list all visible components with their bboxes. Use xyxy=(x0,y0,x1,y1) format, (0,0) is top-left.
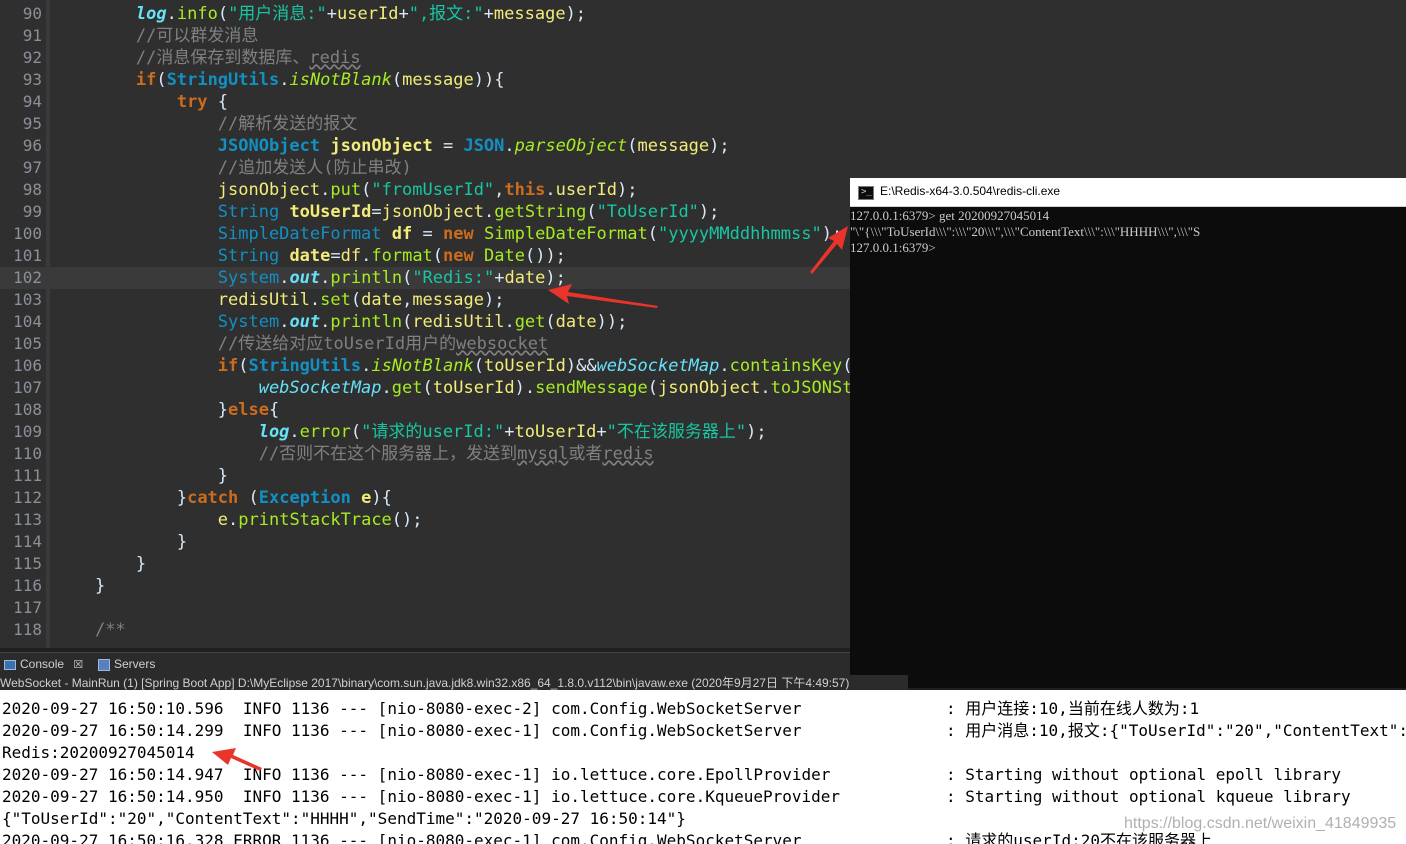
line-number: 102 xyxy=(13,268,42,287)
console-line: 2020-09-27 16:50:10.596 INFO 1136 --- [n… xyxy=(2,699,1200,718)
watermark: https://blog.csdn.net/weixin_41849935 xyxy=(1124,815,1397,832)
line-number: 104 xyxy=(13,312,42,331)
console-line: 2020-09-27 16:50:16.328 ERROR 1136 --- [… xyxy=(2,831,1212,844)
code-line[interactable]: 97 //追加发送人(防止串改) xyxy=(0,157,1406,179)
line-number: 115 xyxy=(13,554,42,573)
code-text: JSONObject jsonObject = JSON.parseObject… xyxy=(217,136,730,156)
redis-cli-window[interactable]: >_ E:\Redis-x64-3.0.504\redis-cli.exe 12… xyxy=(850,178,1406,688)
console-launch-path: WebSocket - MainRun (1) [Spring Boot App… xyxy=(0,675,908,691)
code-line[interactable]: 90 log.info("用户消息:"+userId+",报文:"+messag… xyxy=(0,3,1406,25)
code-line[interactable]: 93 if(StringUtils.isNotBlank(message)){ xyxy=(0,69,1406,91)
code-text: e.printStackTrace(); xyxy=(217,510,423,530)
code-text: try { xyxy=(176,92,229,112)
redis-output-line: 127.0.0.1:6379> xyxy=(850,240,936,255)
line-number: 101 xyxy=(13,246,42,265)
line-number: 96 xyxy=(22,136,42,155)
redis-window-title: E:\Redis-x64-3.0.504\redis-cli.exe xyxy=(880,184,1061,198)
console-line: 2020-09-27 16:50:14.299 INFO 1136 --- [n… xyxy=(2,721,1406,740)
code-text: //否则不在这个服务器上，发送到mysql或者redis xyxy=(258,444,654,464)
code-text: String date=df.format(new Date()); xyxy=(217,246,566,266)
code-text: String toUserId=jsonObject.getString("To… xyxy=(217,202,720,222)
line-number: 93 xyxy=(22,70,42,89)
tab-console[interactable]: Console ☒ xyxy=(4,655,83,673)
close-icon[interactable]: ☒ xyxy=(73,659,83,671)
line-number: 111 xyxy=(13,466,42,485)
line-number: 100 xyxy=(13,224,42,243)
line-number: 109 xyxy=(13,422,42,441)
code-text: /** xyxy=(94,620,126,640)
code-text: SimpleDateFormat df = new SimpleDateForm… xyxy=(217,224,843,244)
console-line: {"ToUserId":"20","ContentText":"HHHH","S… xyxy=(2,809,686,828)
line-number: 113 xyxy=(13,510,42,529)
line-number: 90 xyxy=(22,4,42,23)
code-text: } xyxy=(217,466,229,486)
line-number: 114 xyxy=(13,532,42,551)
code-text: if(StringUtils.isNotBlank(message)){ xyxy=(135,70,505,90)
redis-output-line: 127.0.0.1:6379> get 20200927045014 xyxy=(850,208,1050,223)
code-text: log.error("请求的userId:"+toUserId+"不在该服务器上… xyxy=(258,422,767,442)
line-number: 98 xyxy=(22,180,42,199)
code-text: } xyxy=(176,532,188,552)
code-text: webSocketMap.get(toUserId).sendMessage(j… xyxy=(258,378,873,398)
redis-window-titlebar[interactable]: >_ E:\Redis-x64-3.0.504\redis-cli.exe xyxy=(850,178,1406,207)
line-number: 110 xyxy=(13,444,42,463)
line-number: 92 xyxy=(22,48,42,67)
code-text: //传送给对应toUserId用户的websocket xyxy=(217,334,549,354)
code-text: if(StringUtils.isNotBlank(toUserId)&&web… xyxy=(217,356,873,376)
code-text: System.out.println(redisUtil.get(date)); xyxy=(217,312,628,332)
terminal-icon: >_ xyxy=(858,186,874,200)
line-number: 105 xyxy=(13,334,42,353)
console-line: 2020-09-27 16:50:14.947 INFO 1136 --- [n… xyxy=(2,765,1341,784)
line-number: 108 xyxy=(13,400,42,419)
line-number: 95 xyxy=(22,114,42,133)
console-line: Redis:20200927045014 xyxy=(2,743,195,762)
code-text: }else{ xyxy=(217,400,280,420)
code-text: }catch (Exception e){ xyxy=(176,488,392,508)
code-text: jsonObject.put("fromUserId",this.userId)… xyxy=(217,180,638,200)
code-text: //可以群发消息 xyxy=(135,26,259,46)
line-number: 118 xyxy=(13,620,42,639)
line-number: 91 xyxy=(22,26,42,45)
code-line[interactable]: 92 //消息保存到数据库、redis xyxy=(0,47,1406,69)
code-text: //追加发送人(防止串改) xyxy=(217,158,412,178)
line-number: 116 xyxy=(13,576,42,595)
code-text: } xyxy=(94,576,106,596)
tab-servers[interactable]: Servers xyxy=(98,655,155,673)
line-number: 107 xyxy=(13,378,42,397)
redis-output-line: "\"{\\\"ToUserId\\\":\\\"20\\\",\\\"Cont… xyxy=(850,224,1201,239)
line-number: 103 xyxy=(13,290,42,309)
servers-icon xyxy=(98,658,110,671)
tab-console-label: Console xyxy=(20,657,65,671)
line-number: 94 xyxy=(22,92,42,111)
tab-servers-label: Servers xyxy=(114,657,156,671)
code-text: System.out.println("Redis:"+date); xyxy=(217,268,566,288)
line-number: 112 xyxy=(13,488,42,507)
console-line: 2020-09-27 16:50:14.950 INFO 1136 --- [n… xyxy=(2,787,1351,806)
line-number: 106 xyxy=(13,356,42,375)
console-icon xyxy=(4,659,16,670)
code-line[interactable]: 91 //可以群发消息 xyxy=(0,25,1406,47)
console-tab-bar: Console ☒ Servers xyxy=(0,652,850,675)
code-text: //解析发送的报文 xyxy=(217,114,358,134)
code-text: } xyxy=(135,554,147,574)
code-text: //消息保存到数据库、redis xyxy=(135,48,361,68)
code-line[interactable]: 94 try { xyxy=(0,91,1406,113)
code-text: redisUtil.set(date,message); xyxy=(217,290,505,310)
code-line[interactable]: 95 //解析发送的报文 xyxy=(0,113,1406,135)
line-number: 97 xyxy=(22,158,42,177)
line-number: 99 xyxy=(22,202,42,221)
line-number: 117 xyxy=(13,598,42,617)
code-text: log.info("用户消息:"+userId+",报文:"+message); xyxy=(135,4,587,24)
code-line[interactable]: 96 JSONObject jsonObject = JSON.parseObj… xyxy=(0,135,1406,157)
